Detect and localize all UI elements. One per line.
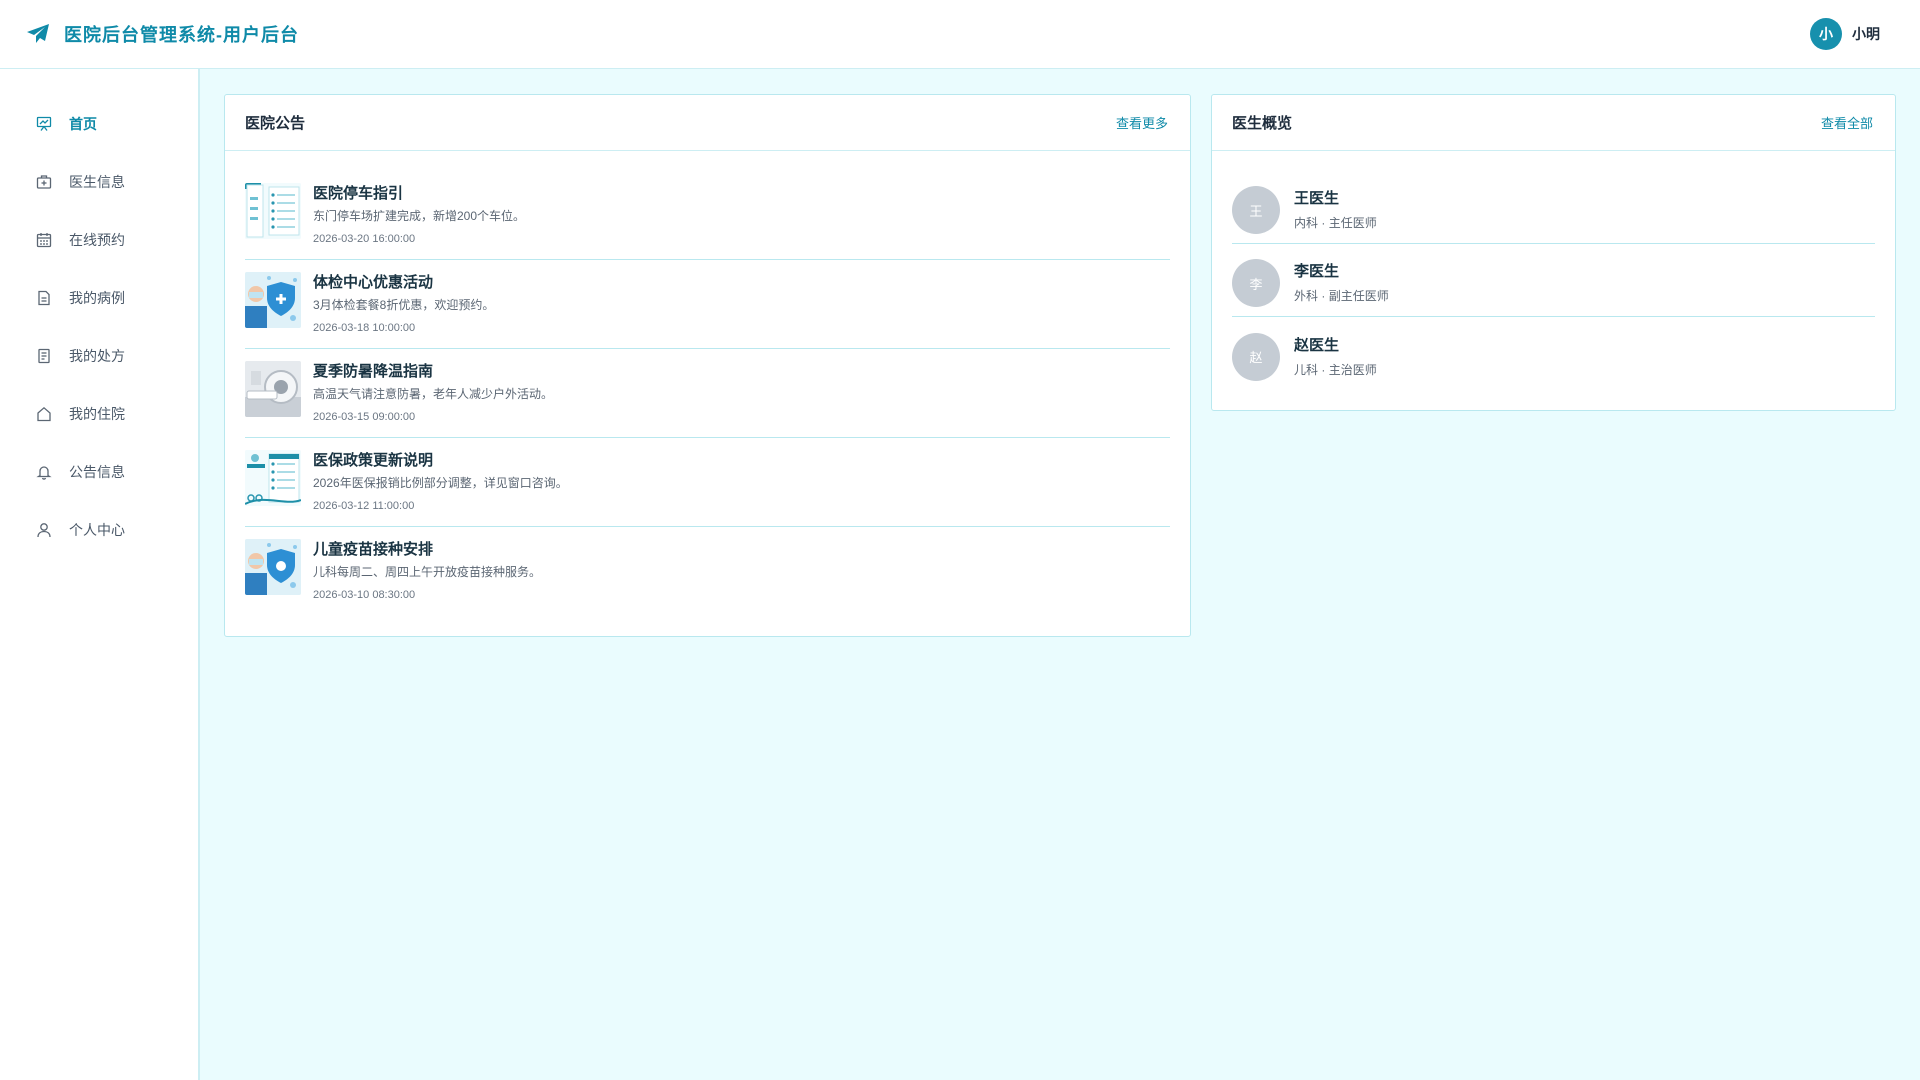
notice-item[interactable]: 儿童疫苗接种安排 儿科每周二、周四上午开放疫苗接种服务。 2026-03-10 …: [245, 527, 1170, 616]
avatar: 李: [1232, 259, 1280, 307]
doctor-department: 内科: [1294, 216, 1319, 230]
doctor-title: 副主任医师: [1328, 289, 1389, 303]
doctor-meta: 儿科 · 主治医师: [1294, 363, 1377, 377]
view-all-link[interactable]: 查看全部: [1821, 113, 1873, 132]
top-header: 医院后台管理系统-用户后台 小 小明: [0, 0, 1920, 69]
meta-separator: ·: [1318, 362, 1329, 377]
sidebar-item-profile[interactable]: 个人中心: [0, 501, 198, 559]
medical-kit-icon: [35, 173, 53, 191]
notice-thumbnail: [245, 539, 301, 595]
chart-board-icon: [35, 115, 53, 133]
view-more-link[interactable]: 查看更多: [1116, 113, 1168, 132]
sidebar-item-appointment[interactable]: 在线预约: [0, 211, 198, 269]
home-icon: [35, 405, 53, 423]
doctor-name: 赵医生: [1294, 336, 1340, 354]
brand[interactable]: 医院后台管理系统-用户后台: [26, 21, 299, 47]
notice-date: 2026-03-12 11:00:00: [313, 500, 415, 512]
doctor-list: 王 王医生 内科 · 主任医师 李 李医生 外科 · 副主任医师 赵 赵医生 儿…: [1212, 151, 1895, 390]
notice-description: 3月体检套餐8折优惠，欢迎预约。: [313, 298, 495, 312]
doctor-item[interactable]: 赵 赵医生 儿科 · 主治医师: [1232, 317, 1875, 390]
doctor-title: 主任医师: [1328, 216, 1377, 230]
notices-card: 医院公告 查看更多 医院停车指引 东门停车场扩建完成，新增200个车位。 202: [224, 94, 1191, 637]
doctor-name: 李医生: [1294, 263, 1340, 280]
doctors-title: 医生概览: [1232, 115, 1293, 132]
sidebar-item-label: 公告信息: [69, 464, 125, 480]
notice-title: 医保政策更新说明: [313, 452, 434, 469]
calendar-icon: [35, 231, 53, 249]
notice-item[interactable]: 医保政策更新说明 2026年医保报销比例部分调整，详见窗口咨询。 2026-03…: [245, 438, 1170, 527]
notice-date: 2026-03-20 16:00:00: [313, 233, 416, 245]
notices-card-header: 医院公告 查看更多: [225, 95, 1190, 151]
doctors-card-header: 医生概览 查看全部: [1212, 95, 1895, 151]
doctors-card: 医生概览 查看全部 王 王医生 内科 · 主任医师 李 李医生 外科 · 副主任…: [1211, 94, 1896, 411]
notices-title: 医院公告: [245, 115, 306, 132]
sidebar: 首页 医生信息 在线预约 我的病例 我的处方 我的住院 公告信息 个人中心: [0, 69, 200, 1080]
notice-item[interactable]: 医院停车指引 东门停车场扩建完成，新增200个车位。 2026-03-20 16…: [245, 171, 1170, 260]
doctor-meta: 内科 · 主任医师: [1294, 216, 1377, 230]
avatar: 王: [1232, 186, 1280, 234]
notice-item[interactable]: 体检中心优惠活动 3月体检套餐8折优惠，欢迎预约。 2026-03-18 10:…: [245, 260, 1170, 349]
doctor-department: 外科: [1294, 289, 1319, 303]
sidebar-item-label: 在线预约: [69, 232, 125, 248]
notice-title: 夏季防暑降温指南: [313, 363, 434, 380]
sidebar-item-notices[interactable]: 公告信息: [0, 443, 198, 501]
notice-description: 2026年医保报销比例部分调整，详见窗口咨询。: [313, 476, 568, 490]
notice-thumbnail: [245, 183, 301, 239]
notice-thumbnail: [245, 450, 301, 506]
user-name[interactable]: 小明: [1852, 24, 1880, 44]
notice-description: 儿科每周二、周四上午开放疫苗接种服务。: [313, 565, 542, 579]
meta-separator: ·: [1318, 289, 1329, 303]
paper-plane-icon: [26, 22, 50, 46]
document-icon: [35, 289, 53, 307]
doctor-item[interactable]: 李 李医生 外科 · 副主任医师: [1232, 244, 1875, 317]
sidebar-item-home[interactable]: 首页: [0, 95, 198, 153]
notice-date: 2026-03-18 10:00:00: [313, 322, 416, 334]
avatar[interactable]: 小: [1810, 18, 1842, 50]
notice-description: 高温天气请注意防暑，老年人减少户外活动。: [313, 387, 554, 401]
user-icon: [35, 521, 53, 539]
notice-title: 儿童疫苗接种安排: [313, 541, 434, 558]
doctor-name: 王医生: [1294, 190, 1340, 207]
doctor-item[interactable]: 王 王医生 内科 · 主任医师: [1232, 171, 1875, 244]
notice-title: 医院停车指引: [313, 185, 404, 202]
user-menu[interactable]: 小 小明: [1810, 18, 1880, 50]
sidebar-item-label: 我的处方: [69, 348, 125, 364]
notice-date: 2026-03-15 09:00:00: [313, 411, 416, 423]
sidebar-item-doctors[interactable]: 医生信息: [0, 153, 198, 211]
meta-separator: ·: [1318, 216, 1329, 230]
notice-list: 医院停车指引 东门停车场扩建完成，新增200个车位。 2026-03-20 16…: [225, 151, 1190, 616]
doctor-department: 儿科: [1294, 362, 1319, 377]
notice-thumbnail: [245, 272, 301, 328]
doctor-title: 主治医师: [1328, 362, 1377, 377]
notice-date: 2026-03-10 08:30:00: [313, 589, 416, 601]
sidebar-item-label: 我的病例: [69, 290, 125, 306]
avatar: 赵: [1232, 332, 1280, 381]
notice-item[interactable]: 夏季防暑降温指南 高温天气请注意防暑，老年人减少户外活动。 2026-03-15…: [245, 349, 1170, 438]
prescription-icon: [35, 347, 53, 365]
sidebar-item-label: 我的住院: [69, 406, 125, 422]
sidebar-item-label: 首页: [69, 116, 97, 132]
notice-thumbnail: [245, 361, 301, 417]
notice-title: 体检中心优惠活动: [313, 274, 434, 291]
sidebar-item-hospitalization[interactable]: 我的住院: [0, 385, 198, 443]
app-title: 医院后台管理系统-用户后台: [64, 25, 299, 45]
sidebar-item-label: 医生信息: [69, 174, 125, 190]
bell-icon: [35, 463, 53, 481]
doctor-meta: 外科 · 副主任医师: [1294, 289, 1389, 303]
notice-description: 东门停车场扩建完成，新增200个车位。: [313, 209, 526, 223]
sidebar-item-label: 个人中心: [69, 522, 125, 538]
sidebar-item-prescriptions[interactable]: 我的处方: [0, 327, 198, 385]
sidebar-item-cases[interactable]: 我的病例: [0, 269, 198, 327]
